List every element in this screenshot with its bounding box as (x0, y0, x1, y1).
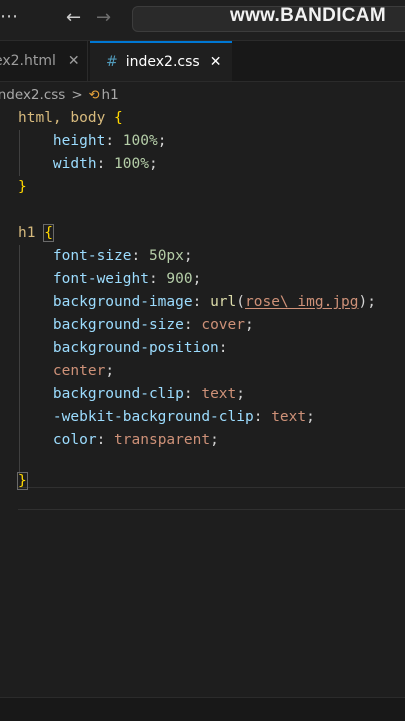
code-line: font-weight: 900; (52, 271, 202, 287)
css-property: background-size (52, 317, 184, 333)
code-line: height: 100%; (52, 133, 167, 149)
css-selector: html, body (18, 110, 106, 126)
tab-label: index2.css (125, 54, 200, 70)
menu-icon[interactable]: ⋯ (0, 6, 18, 27)
css-value: 100% (122, 133, 158, 149)
code-line: background-clip: text; (52, 386, 245, 402)
code-line: } (18, 176, 27, 199)
css-value: cover (201, 317, 245, 333)
css-value: center (52, 363, 106, 379)
code-line: color: transparent; (52, 432, 219, 448)
code-editor[interactable]: html, body { height: 100%; width: 100%; … (0, 107, 405, 697)
tab-index2-html[interactable]: ex2.html ✕ (0, 41, 88, 81)
back-arrow-icon[interactable]: ← (66, 8, 81, 28)
css-property: background-image (52, 294, 193, 310)
css-value: text (271, 409, 307, 425)
css-value: transparent (114, 432, 211, 448)
breadcrumb-symbol[interactable]: h1 (102, 87, 119, 103)
symbol-class-icon: ⟲ (88, 87, 100, 103)
css-value: 50px (148, 248, 184, 264)
tab-index2-css[interactable]: # index2.css ✕ (90, 41, 232, 81)
css-function: url (210, 294, 237, 310)
css-property: height (52, 133, 106, 149)
title-bar: ⋯ ← → www.BANDICAM (0, 0, 405, 41)
code-line: } (17, 470, 28, 493)
close-brace: } (18, 179, 27, 195)
css-property: color (52, 432, 97, 448)
code-line: background-image: url(rose\ img.jpg); (52, 294, 376, 310)
open-brace: { (114, 110, 123, 126)
current-line-highlight (18, 487, 405, 510)
breadcrumb-file[interactable]: index2.css (0, 87, 65, 103)
close-brace: } (17, 472, 28, 490)
code-line: h1 { (18, 222, 54, 245)
code-line: -webkit-background-clip: text; (52, 409, 315, 425)
forward-arrow-icon[interactable]: → (96, 8, 111, 28)
css-property: background-clip (52, 386, 184, 402)
code-line: width: 100%; (52, 156, 158, 172)
css-value: 900 (166, 271, 193, 287)
css-property: background-position (52, 340, 219, 356)
css-property: width (52, 156, 97, 172)
css-property: -webkit-background-clip (52, 409, 254, 425)
open-brace: { (43, 224, 54, 242)
code-line: background-size: cover; (52, 317, 254, 333)
breadcrumb: index2.css > ⟲ h1 (0, 84, 119, 106)
css-value: 100% (114, 156, 149, 172)
css-value: text (201, 386, 237, 402)
css-file-icon: # (106, 54, 118, 70)
status-bar (0, 697, 405, 721)
css-property: font-size (52, 248, 132, 264)
recording-watermark: www.BANDICAM (230, 5, 386, 26)
css-selector: h1 (18, 225, 36, 241)
code-line: html, body { (18, 107, 123, 130)
code-line: center; (52, 363, 115, 379)
code-line: background-position: (52, 340, 228, 356)
css-property: font-weight (52, 271, 149, 287)
tab-label: ex2.html (0, 53, 56, 69)
close-icon[interactable]: ✕ (68, 53, 80, 69)
css-url-link[interactable]: rose\ img.jpg (245, 294, 359, 310)
code-line: font-size: 50px; (52, 248, 193, 264)
editor-tab-bar: ex2.html ✕ # index2.css ✕ (0, 41, 405, 82)
breadcrumb-separator-icon: > (71, 87, 83, 103)
close-icon[interactable]: ✕ (210, 54, 222, 70)
